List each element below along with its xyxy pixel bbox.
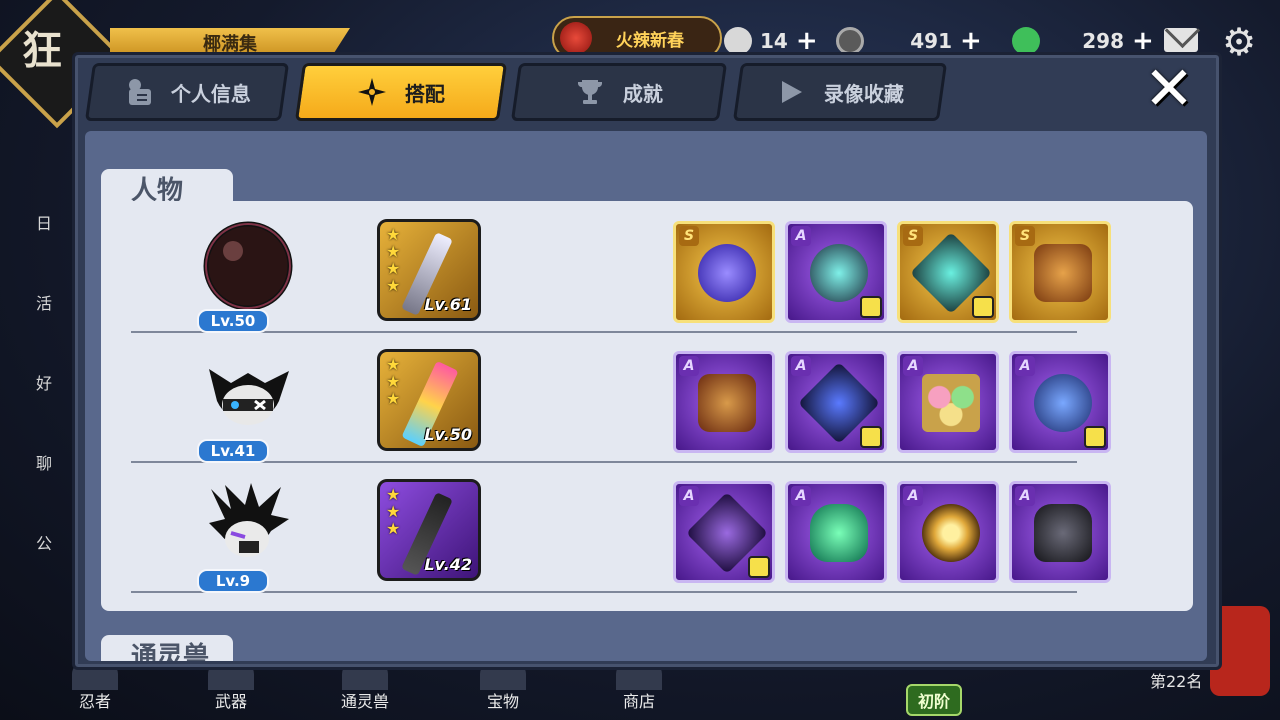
character-row[interactable]: Lv.9 ★ ★ ★ Lv.42 A A A A	[131, 461, 1111, 593]
nav-treasure[interactable]: 宝物	[458, 658, 548, 712]
armor-icon	[1034, 244, 1092, 302]
dango-icon	[922, 374, 980, 432]
content-area: 人物 Lv.50 ★ ★ ★ ★ Lv.61 S A S S Lv.41 ★ ★…	[85, 131, 1207, 661]
nav-summon[interactable]: 通灵兽	[320, 658, 410, 712]
character-row[interactable]: Lv.41 ★ ★ ★ Lv.50 A A A A	[131, 331, 1111, 463]
set-bonus-icon	[748, 556, 770, 578]
weapon-level: Lv.61	[424, 295, 472, 314]
tab-label: 录像收藏	[824, 81, 904, 106]
wolf-ninja-avatar[interactable]	[201, 479, 295, 573]
grade-badge: A	[791, 226, 811, 246]
grade-badge: A	[903, 486, 923, 506]
coin-icon	[836, 27, 864, 55]
grade-badge: A	[1015, 486, 1035, 506]
set-bonus-icon	[1084, 426, 1106, 448]
side-menu-item[interactable]: 日	[36, 210, 76, 290]
tab-label: 搭配	[405, 81, 445, 106]
equip-slot-medallion[interactable]: A	[897, 481, 999, 583]
resource-value: 298	[1082, 29, 1124, 53]
set-bonus-icon	[860, 426, 882, 448]
nav-weapon[interactable]: 武器	[186, 658, 276, 712]
trophy-icon	[578, 80, 602, 104]
bomb-ninja-avatar[interactable]	[201, 219, 295, 313]
tab-label: 成就	[623, 81, 663, 106]
resource-value: 491	[910, 29, 952, 53]
rank-position: 第22名	[1150, 672, 1203, 691]
level-badge: Lv.41	[197, 439, 269, 463]
side-menu-item[interactable]: 公	[36, 530, 76, 610]
level-badge: Lv.9	[197, 569, 269, 593]
bomb-icon	[560, 22, 592, 54]
character-row[interactable]: Lv.50 ★ ★ ★ ★ Lv.61 S A S S	[131, 201, 1111, 333]
equip-slot-armor[interactable]: S	[1009, 221, 1111, 323]
grade-badge: A	[679, 356, 699, 376]
grade-badge: A	[791, 486, 811, 506]
grade-badge: A	[903, 356, 923, 376]
grade-badge: A	[679, 486, 699, 506]
side-menu: 日 活 好 聊 公	[36, 210, 76, 610]
set-bonus-icon	[860, 296, 882, 318]
equip-slot-ring[interactable]: A	[1009, 351, 1111, 453]
jade-icon	[1012, 27, 1040, 55]
loadout-dialog: 个人信息 搭配 成就 录像收藏 ✕ 人物 Lv.50 ★★★★ Lv.61	[72, 52, 1222, 670]
tab-achievements[interactable]: 成就	[510, 63, 728, 121]
tab-label: 个人信息	[171, 81, 251, 106]
section-title-summons: 通灵兽	[101, 635, 233, 661]
close-button[interactable]: ✕	[1139, 59, 1199, 121]
equip-slot-ring[interactable]: A	[785, 221, 887, 323]
equip-slot-shuriken[interactable]: A	[673, 481, 775, 583]
characters-card: Lv.50 ★★★★ Lv.61 S A S S Lv.41 ★★★	[101, 201, 1193, 611]
grade-badge: A	[791, 356, 811, 376]
tab-profile[interactable]: 个人信息	[84, 63, 290, 121]
orb-icon	[698, 244, 756, 302]
grade-badge: S	[903, 226, 923, 246]
resource-value: 14	[760, 29, 788, 53]
star-rating: ★ ★ ★	[386, 485, 401, 538]
weapon-slot[interactable]: ★ ★ ★ ★ Lv.61	[377, 219, 481, 321]
equip-slot-armor[interactable]: A	[673, 351, 775, 453]
star-rating: ★ ★ ★	[386, 355, 401, 408]
onigiri-icon	[724, 27, 752, 55]
ring-icon	[810, 244, 868, 302]
tab-loadout[interactable]: 搭配	[294, 63, 508, 121]
gear-icon[interactable]: ⚙	[1222, 20, 1256, 64]
medallion-icon	[922, 504, 980, 562]
weapon-level: Lv.42	[424, 555, 472, 574]
nav-ninja[interactable]: 忍者	[50, 658, 140, 712]
panda-ninja-avatar[interactable]	[201, 349, 295, 443]
grade-badge: A	[1015, 356, 1035, 376]
equip-slot-dango[interactable]: A	[897, 351, 999, 453]
play-icon	[782, 81, 802, 103]
logo-text: 狂	[22, 28, 62, 74]
event-label: 火辣新春	[616, 31, 684, 51]
equip-slot-orb[interactable]: S	[673, 221, 775, 323]
weapon-level: Lv.50	[424, 425, 472, 444]
tab-replays[interactable]: 录像收藏	[732, 63, 948, 121]
shuriken-icon	[358, 78, 386, 106]
nav-shop[interactable]: 商店	[594, 658, 684, 712]
side-menu-item[interactable]: 活	[36, 290, 76, 370]
potion-icon	[810, 504, 868, 562]
armor-icon	[698, 374, 756, 432]
profile-card-icon	[129, 79, 151, 105]
chest-armor-icon	[1034, 504, 1092, 562]
equip-slot-chest-armor[interactable]: A	[1009, 481, 1111, 583]
side-menu-item[interactable]: 好	[36, 370, 76, 450]
equip-slot-shuriken[interactable]: S	[897, 221, 999, 323]
side-menu-item[interactable]: 聊	[36, 450, 76, 530]
star-rating: ★ ★ ★ ★	[386, 225, 401, 295]
weapon-slot[interactable]: ★ ★ ★ Lv.42	[377, 479, 481, 581]
grade-badge: S	[1015, 226, 1035, 246]
equip-slot-shuriken[interactable]: A	[785, 351, 887, 453]
set-bonus-icon	[972, 296, 994, 318]
ring-icon	[1034, 374, 1092, 432]
equip-slot-potion[interactable]: A	[785, 481, 887, 583]
rank-badge: 初阶	[906, 684, 963, 716]
level-badge: Lv.50	[197, 309, 269, 333]
grade-badge: S	[679, 226, 699, 246]
weapon-slot[interactable]: ★ ★ ★ Lv.50	[377, 349, 481, 451]
mail-icon[interactable]	[1164, 28, 1198, 52]
